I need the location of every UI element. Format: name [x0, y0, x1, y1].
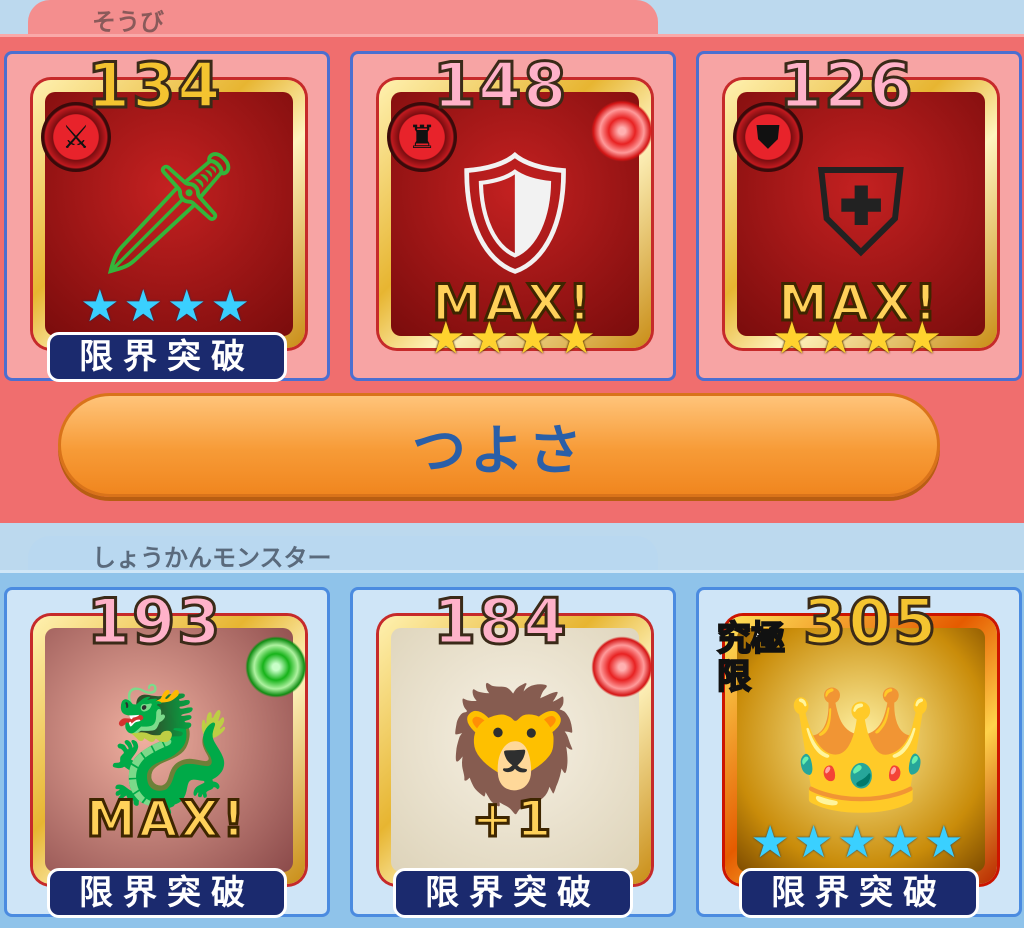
- limit-break-badge: 限界突破: [739, 868, 979, 918]
- equipment-card-shield[interactable]: ⛨ ⛊ 126 MAX! ★★★★: [696, 51, 1022, 381]
- plus-one-badge: +1: [470, 789, 555, 850]
- equipment-card-weapon[interactable]: 🗡 ⚔ 134 ★★★★ 限界突破: [4, 49, 330, 382]
- summon-card-golden[interactable]: 👑 究極限 305 ★★★★★ 限界突破: [696, 585, 1022, 918]
- summon-level: 193: [85, 585, 223, 658]
- green-orb-icon: [245, 636, 307, 698]
- summon-section: 🐉 193 MAX! 限界突破 🦁 184 +1 限界突破 👑 究極限 305 …: [0, 570, 1024, 928]
- summon-level: 305: [801, 585, 939, 658]
- limit-break-badge: 限界突破: [47, 868, 287, 918]
- summon-card-dragon[interactable]: 🐉 193 MAX! 限界突破: [4, 585, 330, 918]
- strength-button[interactable]: つよさ: [58, 393, 940, 497]
- equipment-level: 134: [85, 49, 223, 122]
- ultimate-rank-badge: 究極限: [716, 619, 786, 697]
- star-rating: ★★★★★: [750, 817, 968, 868]
- equipment-level: 126: [777, 49, 915, 122]
- equipment-level: 148: [431, 49, 569, 122]
- star-rating: ★★★★: [80, 281, 254, 332]
- red-orb-icon: [591, 636, 653, 698]
- limit-break-badge: 限界突破: [47, 332, 287, 382]
- summon-level: 184: [431, 585, 569, 658]
- star-rating: ★★★★: [772, 313, 946, 364]
- star-rating: ★★★★: [426, 313, 600, 364]
- limit-break-badge: 限界突破: [393, 868, 633, 918]
- max-badge: MAX!: [85, 789, 248, 850]
- summon-card-lion[interactable]: 🦁 184 +1 限界突破: [350, 585, 676, 918]
- red-orb-icon: [591, 100, 653, 162]
- equipment-card-armor[interactable]: 🛡 ♜ 148 MAX! ★★★★: [350, 51, 676, 381]
